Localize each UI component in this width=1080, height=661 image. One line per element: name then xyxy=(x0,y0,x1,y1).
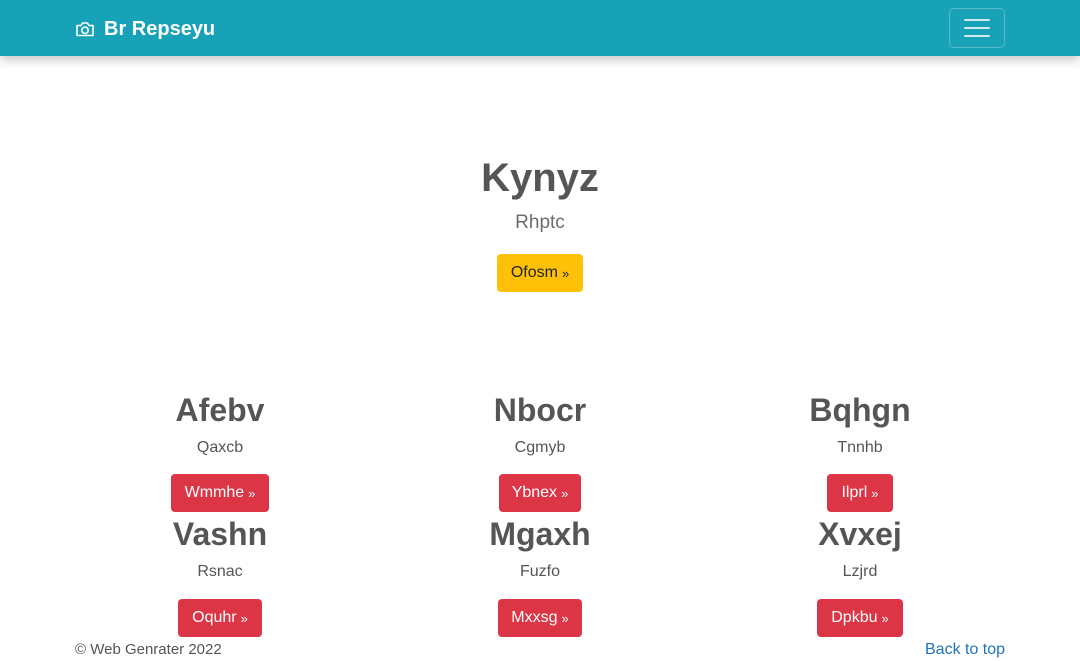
card-subtitle: Tnnhb xyxy=(837,439,883,456)
copyright-text: © Web Genrater 2022 xyxy=(75,641,222,658)
card-5-button[interactable]: Mxxsg» xyxy=(498,599,582,637)
card-title: Xvxej xyxy=(818,516,902,552)
card-title: Nbocr xyxy=(493,392,587,428)
button-arrow: » xyxy=(561,485,569,501)
camera-icon xyxy=(75,20,95,38)
card-button-label: Oquhr xyxy=(192,609,237,626)
hero-title: Kynyz xyxy=(481,156,599,200)
brand-link[interactable]: Br Repseyu xyxy=(75,16,215,42)
button-arrow: » xyxy=(248,485,256,501)
card-3: Bqhgn Tnnhb xyxy=(700,390,1020,458)
card-button-label: Dpkbu xyxy=(831,609,878,626)
card-6: Xvxej Lzjrd xyxy=(700,514,1020,582)
card-button-label: Mxxsg xyxy=(511,609,558,626)
card-2-button[interactable]: Ybnex» xyxy=(499,474,581,512)
card-4: Vashn Rsnac xyxy=(60,514,380,582)
card-3-button[interactable]: Ilprl» xyxy=(827,474,893,512)
card-6-button[interactable]: Dpkbu» xyxy=(817,599,903,637)
card-4-button[interactable]: Oquhr» xyxy=(178,599,262,637)
brand-name: Br Repseyu xyxy=(104,17,216,40)
card-title: Bqhgn xyxy=(809,392,911,428)
card-2: Nbocr Cgmyb xyxy=(380,390,700,458)
card-1-button[interactable]: Wmmhe» xyxy=(171,474,269,512)
hero-button[interactable]: Ofosm» xyxy=(497,254,583,292)
hero-button-label: Ofosm xyxy=(510,264,558,281)
button-arrow: » xyxy=(871,485,879,501)
button-arrow: » xyxy=(561,610,569,626)
hamburger-menu-icon xyxy=(964,18,990,38)
card-title: Vashn xyxy=(172,516,268,552)
card-5: Mgaxh Fuzfo xyxy=(380,514,700,582)
back-to-top-link[interactable]: Back to top xyxy=(925,640,1005,660)
card-button-label: Ilprl xyxy=(841,484,868,501)
card-subtitle: Lzjrd xyxy=(842,563,878,580)
card-subtitle: Cgmyb xyxy=(514,439,566,456)
card-subtitle: Fuzfo xyxy=(519,563,560,580)
card-subtitle: Qaxcb xyxy=(196,439,244,456)
button-arrow: » xyxy=(881,610,889,626)
navbar-toggler-button[interactable] xyxy=(949,8,1005,48)
button-arrow: » xyxy=(561,265,570,281)
card-title: Mgaxh xyxy=(489,516,591,552)
card-subtitle: Rsnac xyxy=(197,563,243,580)
card-button-label: Ybnex xyxy=(511,484,558,501)
hero-subtitle: Rhptc xyxy=(515,212,565,233)
hero-section: Kynyz Rhptc xyxy=(0,150,1080,236)
card-1: Afebv Qaxcb xyxy=(60,390,380,458)
card-button-label: Wmmhe xyxy=(184,484,245,501)
button-arrow: » xyxy=(240,610,248,626)
navbar: Br Repseyu xyxy=(0,0,1080,56)
card-title: Afebv xyxy=(175,392,265,428)
